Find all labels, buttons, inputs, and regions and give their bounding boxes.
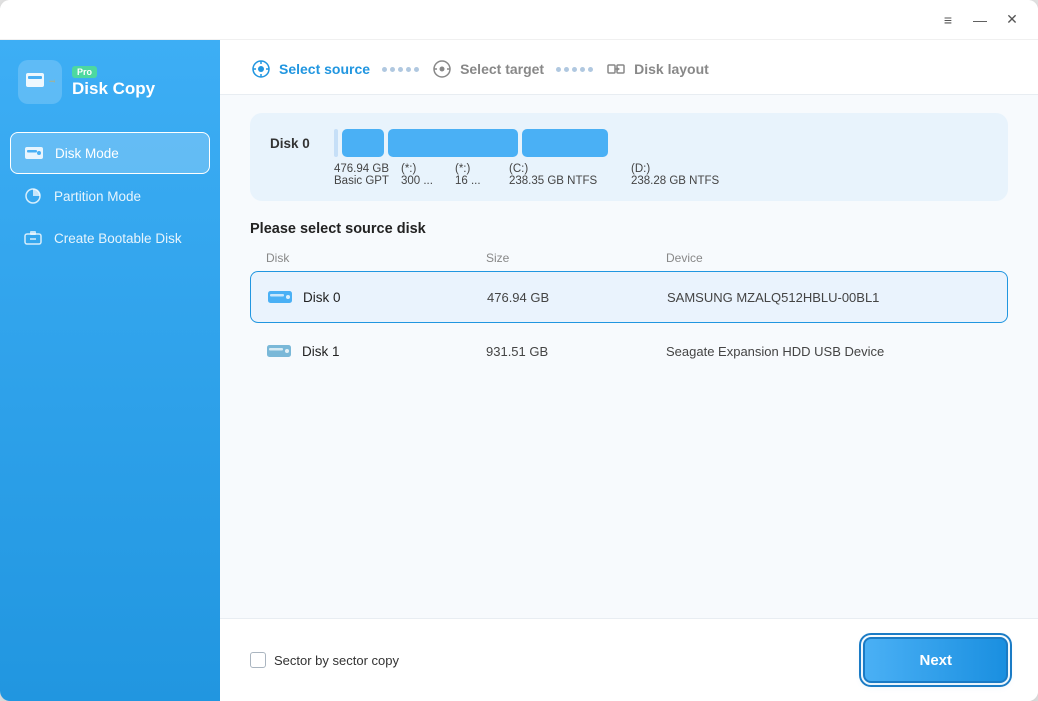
logo-svg: →: [25, 69, 55, 95]
right-panel: Select source Select tar: [220, 40, 1038, 701]
disk-info-d: (D:) 238.28 GB NTFS: [631, 163, 741, 187]
app-logo: → Pro Disk Copy: [0, 60, 220, 132]
step-select-source[interactable]: Select source: [250, 58, 370, 80]
disk-info-total: 476.94 GB Basic GPT: [334, 163, 389, 187]
partition-2-letter: (*:): [455, 163, 497, 175]
partition-1-size: 300 ...: [401, 175, 443, 187]
content-area: Please select source disk Disk Size Devi…: [220, 211, 1038, 618]
partition-bar: [334, 129, 988, 157]
footer: Sector by sector copy Next: [220, 618, 1038, 701]
col-header-device: Device: [666, 251, 992, 265]
disk-1-icon: [266, 341, 292, 361]
minimize-button[interactable]: —: [966, 6, 994, 34]
disk-info-c: (C:) 238.35 GB NTFS: [509, 163, 619, 187]
col-header-disk: Disk: [266, 251, 486, 265]
disk-row-1[interactable]: Disk 1 931.51 GB Seagate Expansion HDD U…: [250, 325, 1008, 377]
sidebar-item-disk-mode-label: Disk Mode: [55, 146, 119, 161]
disk-1-name-cell: Disk 1: [266, 341, 486, 361]
next-button[interactable]: Next: [863, 637, 1008, 683]
disk-row-0[interactable]: Disk 0 476.94 GB SAMSUNG MZALQ512HBLU-00…: [250, 271, 1008, 323]
titlebar: ≡ — ✕: [0, 0, 1038, 40]
disk-type: Basic GPT: [334, 175, 389, 187]
disk-0-device: SAMSUNG MZALQ512HBLU-00BL1: [667, 290, 991, 305]
partition-1: [342, 129, 384, 157]
disk-total-size: 476.94 GB: [334, 163, 389, 175]
app-title: Disk Copy: [72, 80, 155, 99]
pro-badge: Pro: [72, 66, 97, 78]
sector-copy-checkbox-label[interactable]: Sector by sector copy: [250, 652, 399, 668]
section-title: Please select source disk: [250, 221, 1008, 237]
step-select-target-label: Select target: [460, 61, 544, 77]
disk-mode-icon: [23, 142, 45, 164]
step-select-target[interactable]: Select target: [431, 58, 544, 80]
step-select-source-label: Select source: [279, 61, 370, 77]
partition-mode-icon: [22, 185, 44, 207]
partition-d-letter: (D:): [631, 163, 741, 175]
partition-c-size: 238.35 GB NTFS: [509, 175, 619, 187]
sector-copy-label: Sector by sector copy: [274, 653, 399, 668]
disk-info-p2: (*:) 16 ...: [455, 163, 497, 187]
col-header-size: Size: [486, 251, 666, 265]
logo-text: Pro Disk Copy: [72, 66, 155, 99]
sidebar-item-create-bootable-label: Create Bootable Disk: [54, 231, 182, 246]
create-bootable-icon: [22, 227, 44, 249]
main-content: → Pro Disk Copy: [0, 40, 1038, 701]
sidebar: → Pro Disk Copy: [0, 40, 220, 701]
disk-0-name-cell: Disk 0: [267, 287, 487, 307]
app-window: ≡ — ✕ → Pro Disk Copy: [0, 0, 1038, 701]
sector-copy-checkbox[interactable]: [250, 652, 266, 668]
step-disk-layout[interactable]: Disk layout: [605, 58, 709, 80]
partition-c-letter: (C:): [509, 163, 619, 175]
partition-system: [334, 129, 338, 157]
disk-1-size: 931.51 GB: [486, 344, 666, 359]
disk-preview-label: Disk 0: [270, 136, 322, 151]
disk-1-name: Disk 1: [302, 344, 340, 359]
disk-0-icon: [267, 287, 293, 307]
close-button[interactable]: ✕: [998, 6, 1026, 34]
partition-2: [388, 129, 518, 157]
partition-1-letter: (*:): [401, 163, 443, 175]
sidebar-item-create-bootable[interactable]: Create Bootable Disk: [10, 218, 210, 258]
step-dots-2: [556, 67, 593, 72]
disk-1-device: Seagate Expansion HDD USB Device: [666, 344, 992, 359]
step-disk-layout-label: Disk layout: [634, 61, 709, 77]
logo-icon: →: [18, 60, 62, 104]
step-dots-1: [382, 67, 419, 72]
table-header: Disk Size Device: [250, 251, 1008, 271]
wizard-steps: Select source Select tar: [220, 40, 1038, 95]
partition-3: [522, 129, 608, 157]
svg-text:→: →: [47, 72, 55, 86]
partition-d-size: 238.28 GB NTFS: [631, 175, 741, 187]
sidebar-nav: Disk Mode Partition Mode: [0, 132, 220, 258]
disk-layout-icon: [605, 58, 627, 80]
disk-info-row: 476.94 GB Basic GPT (*:) 300 ... (*:) 16…: [270, 163, 988, 187]
menu-button[interactable]: ≡: [934, 6, 962, 34]
partition-2-size: 16 ...: [455, 175, 497, 187]
select-source-icon: [250, 58, 272, 80]
sidebar-item-disk-mode[interactable]: Disk Mode: [10, 132, 210, 174]
sidebar-item-partition-mode-label: Partition Mode: [54, 189, 141, 204]
disk-info-p1: (*:) 300 ...: [401, 163, 443, 187]
sidebar-item-partition-mode[interactable]: Partition Mode: [10, 176, 210, 216]
disk-0-name: Disk 0: [303, 290, 341, 305]
select-target-icon: [431, 58, 453, 80]
disk-0-size: 476.94 GB: [487, 290, 667, 305]
disk-preview: Disk 0 476.94 GB Basic GPT (*:): [250, 113, 1008, 201]
